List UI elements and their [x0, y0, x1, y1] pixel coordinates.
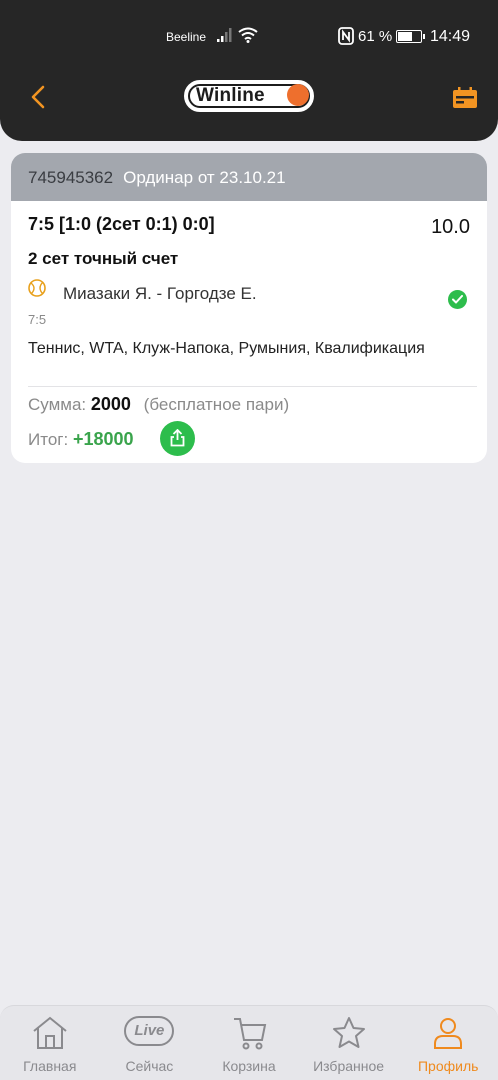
tab-live[interactable]: Live Сейчас	[100, 1006, 200, 1080]
calendar-icon	[453, 87, 477, 108]
calendar-button[interactable]	[452, 86, 478, 110]
tournament: Теннис, WTA, Клуж-Напока, Румыния, Квали…	[28, 340, 425, 357]
chevron-left-icon	[31, 85, 45, 109]
market-name: 2 сет точный счет	[28, 249, 179, 268]
stake-label: Сумма:	[28, 395, 87, 414]
nfc-icon	[338, 27, 354, 47]
battery-percent: 61 %	[358, 28, 393, 45]
wifi-icon	[238, 27, 258, 47]
battery-icon	[396, 30, 425, 43]
tab-profile-label: Профиль	[417, 1058, 479, 1074]
home-icon	[31, 1016, 69, 1055]
score-line: 7:5 [1:0 (2сет 0:1) 0:0]	[28, 214, 215, 234]
clock: 14:49	[430, 28, 471, 45]
match-score: 7:5	[28, 312, 47, 327]
top-bar: Beeline 61 % 14:49 Winline	[0, 0, 498, 141]
tab-favorites[interactable]: Избранное	[299, 1006, 399, 1080]
total-label: Итог:	[28, 430, 69, 449]
bet-id: 745945362	[28, 168, 114, 187]
bet-type: Ординар от 23.10.21	[123, 168, 286, 187]
total-row: Итог: +18000	[28, 429, 134, 450]
match-name: Миазаки Я. - Горгодзе Е.	[63, 284, 257, 303]
stake-value: 2000	[90, 394, 131, 414]
total-value: +18000	[72, 429, 134, 449]
share-icon	[170, 429, 185, 447]
bet-card[interactable]: 745945362 Ординар от 23.10.21 7:5 [1:0 (2…	[11, 153, 487, 463]
winline-logo: Winline	[184, 80, 314, 112]
tab-favorites-label: Избранное	[313, 1058, 385, 1074]
logo-dot	[287, 84, 309, 106]
tab-live-label: Сейчас	[125, 1058, 174, 1074]
tab-cart[interactable]: Корзина	[199, 1006, 299, 1080]
live-icon: Live	[124, 1016, 175, 1046]
tab-home-label: Главная	[23, 1058, 77, 1074]
tab-cart-label: Корзина	[222, 1058, 276, 1074]
back-button[interactable]	[26, 82, 52, 112]
cart-icon	[230, 1016, 268, 1055]
bet-card-header: 745945362 Ординар от 23.10.21	[11, 153, 487, 201]
tab-profile[interactable]: Профиль	[398, 1006, 498, 1080]
tennis-ball-icon	[28, 279, 46, 297]
signal-icon	[217, 28, 233, 48]
divider	[28, 386, 477, 387]
tab-bar: Главная Live Сейчас Корзина Избранное Пр…	[0, 1005, 498, 1080]
won-check-icon	[448, 290, 467, 309]
share-button[interactable]	[160, 421, 195, 456]
profile-icon	[429, 1016, 467, 1055]
stake-row: Сумма: 2000 (бесплатное пари)	[28, 394, 289, 415]
stake-note: (бесплатное пари)	[143, 395, 290, 414]
star-icon	[330, 1016, 368, 1055]
logo-text: Winline	[196, 85, 265, 106]
tab-home[interactable]: Главная	[0, 1006, 100, 1080]
coefficient: 10.0	[431, 216, 470, 238]
carrier-name: Beeline	[166, 30, 207, 44]
